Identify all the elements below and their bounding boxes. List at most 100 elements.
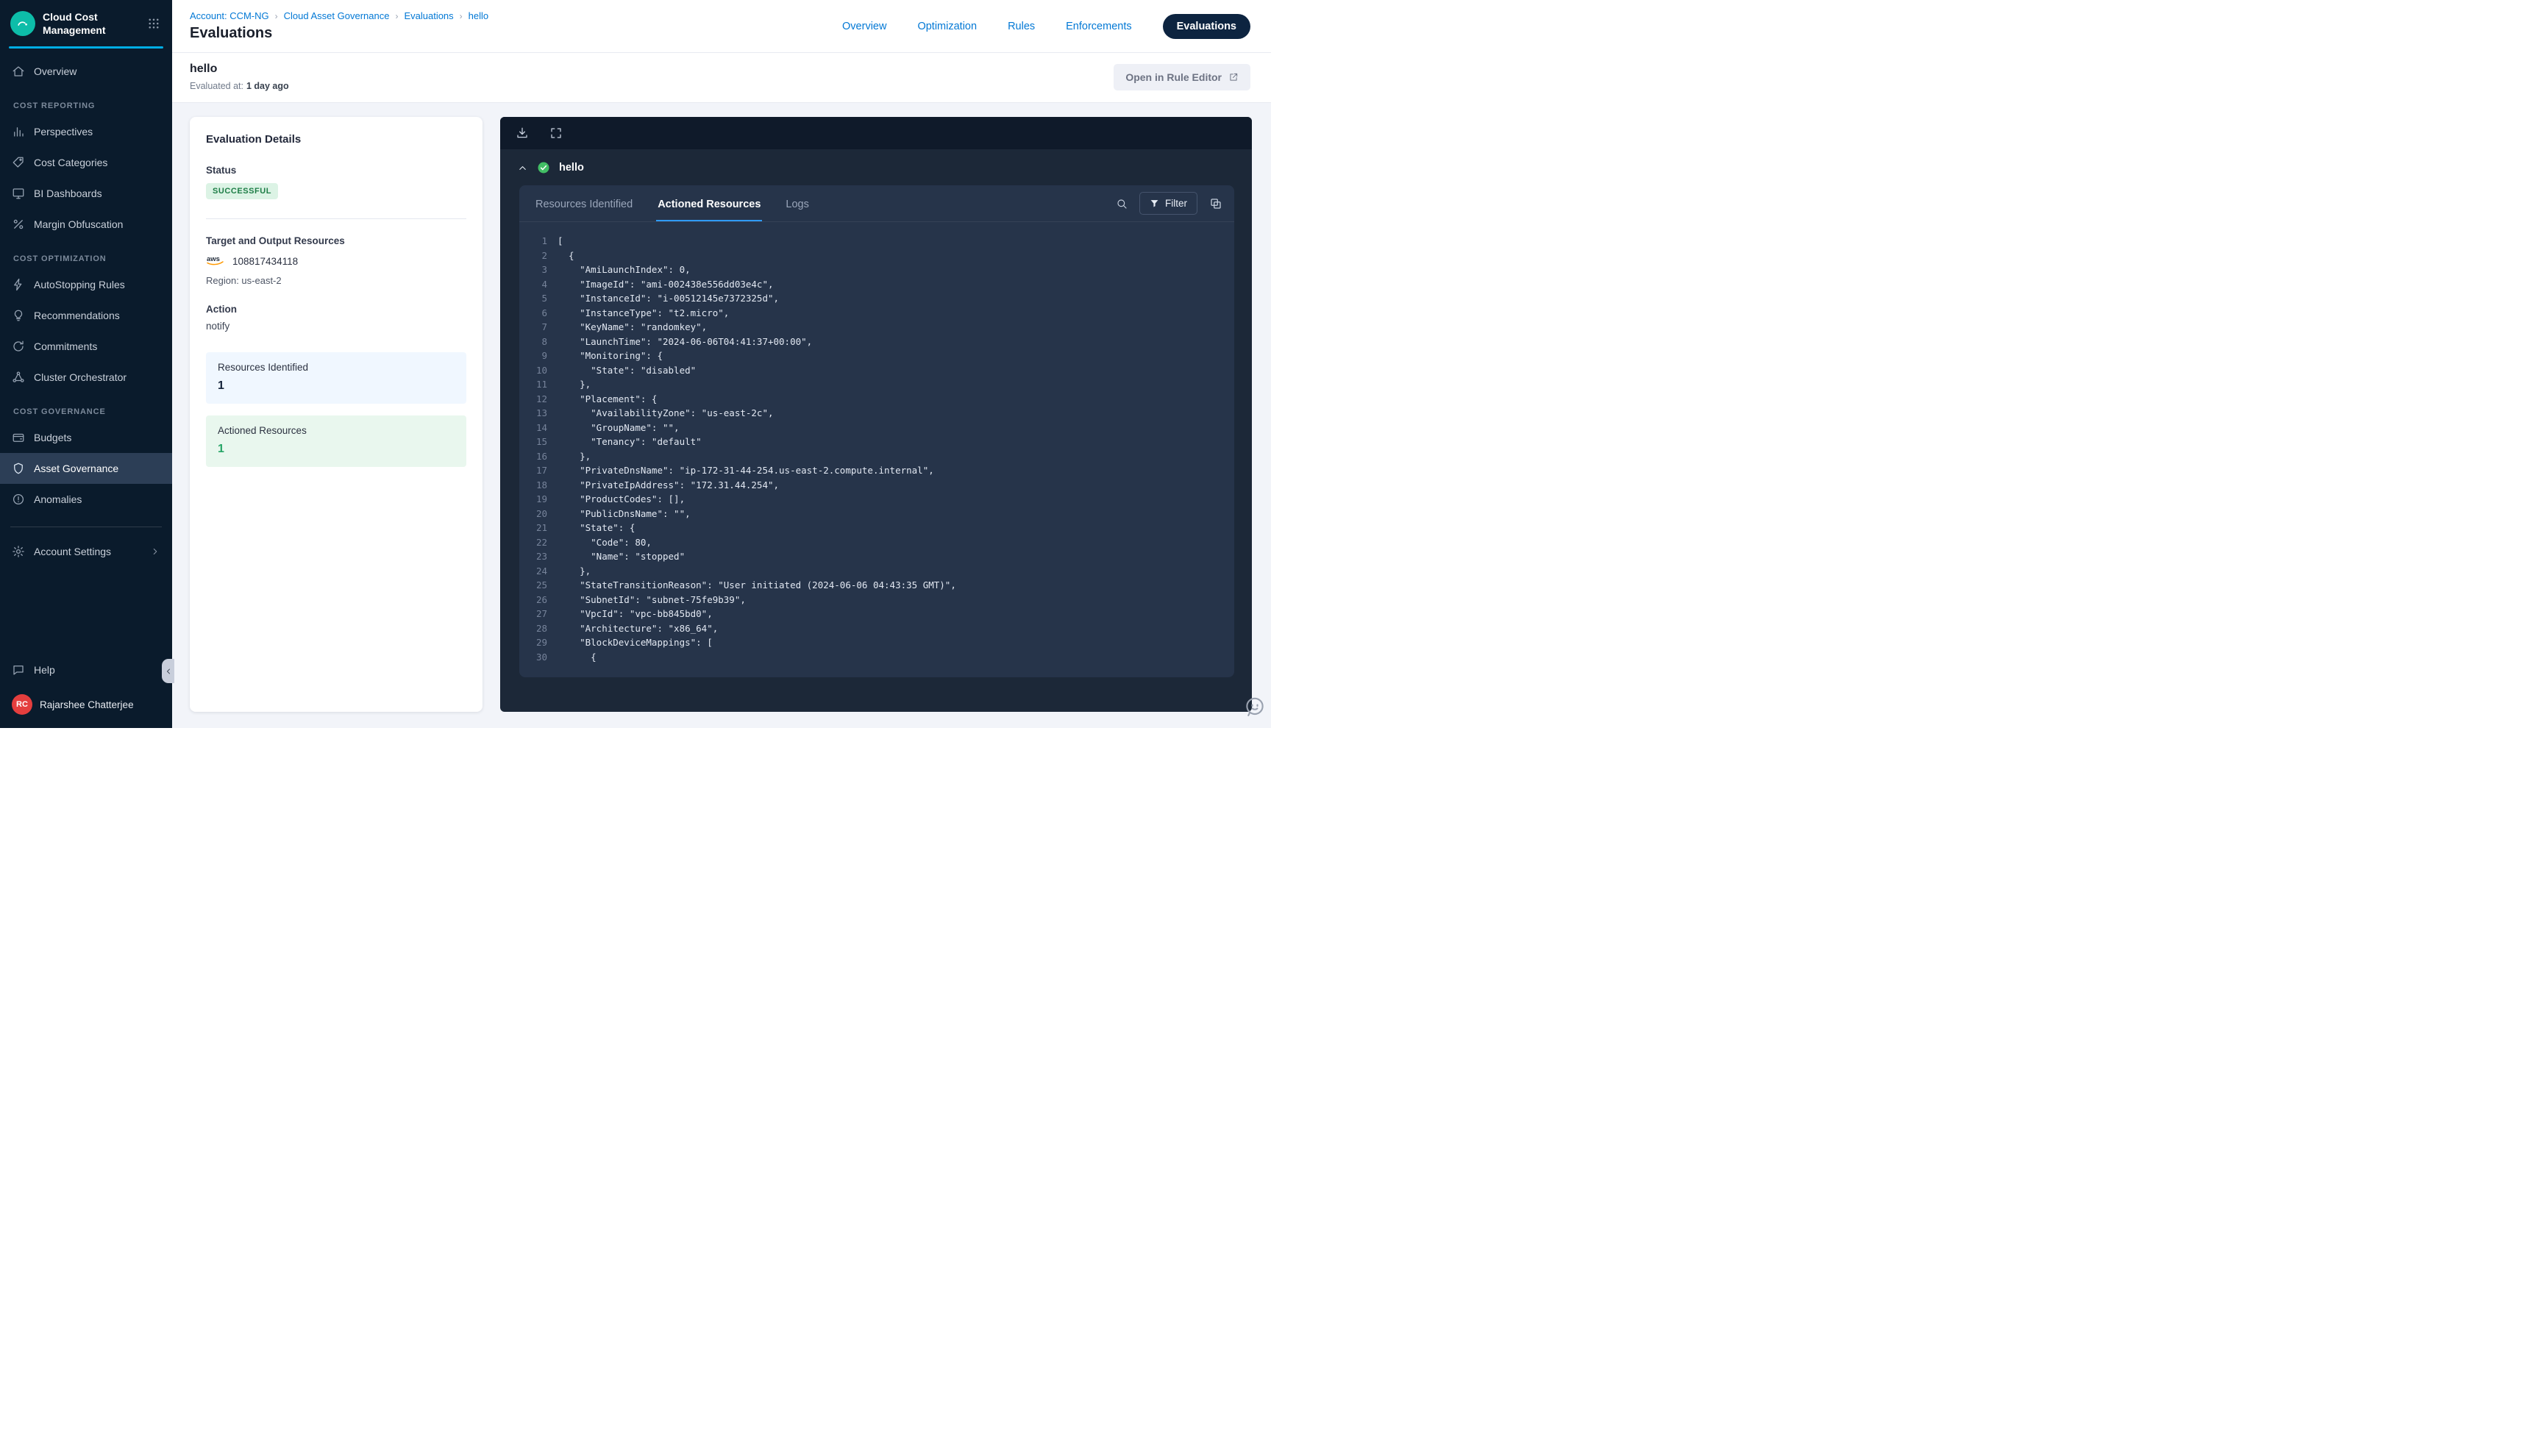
sidebar-item-bi-dashboards[interactable]: BI Dashboards	[0, 178, 172, 209]
json-code-block[interactable]: 1 [ 2 { 3 "AmiLaunchIndex": 0, 4 "ImageI…	[519, 222, 1234, 677]
open-in-rule-editor-button[interactable]: Open in Rule Editor	[1114, 64, 1250, 90]
nav-rules[interactable]: Rules	[1008, 21, 1035, 32]
content-area: Evaluation Details Status SUCCESSFUL Tar…	[172, 103, 1271, 728]
line-number: 3	[519, 263, 547, 277]
action-label: Action	[206, 304, 466, 315]
external-link-icon	[1228, 72, 1239, 82]
actioned-resources-tile: Actioned Resources 1	[206, 415, 466, 467]
tabs-row: Resources Identified Actioned Resources …	[519, 185, 1234, 222]
tab-logs[interactable]: Logs	[784, 185, 810, 221]
action-value: notify	[206, 321, 466, 332]
sidebar: Cloud Cost Management Overview COST REPO…	[0, 0, 172, 728]
sidebar-footer: Help RC Rajarshee Chatterjee	[0, 650, 172, 728]
result-accordion-header[interactable]: hello	[500, 149, 1252, 183]
nav-evaluations-active[interactable]: Evaluations	[1163, 14, 1250, 39]
tab-resources-identified[interactable]: Resources Identified	[534, 185, 634, 221]
line-text: "SubnetId": "subnet-75fe9b39",	[558, 593, 746, 607]
sidebar-item-cluster-orchestrator[interactable]: Cluster Orchestrator	[0, 362, 172, 393]
nav-optimization[interactable]: Optimization	[917, 21, 977, 32]
sidebar-item-label: Anomalies	[34, 493, 82, 505]
code-line: 23 "Name": "stopped"	[519, 549, 1221, 564]
sidebar-item-budgets[interactable]: Budgets	[0, 422, 172, 453]
line-number: 21	[519, 521, 547, 535]
sidebar-item-perspectives[interactable]: Perspectives	[0, 116, 172, 147]
sidebar-item-margin-obfuscation[interactable]: Margin Obfuscation	[0, 209, 172, 240]
wallet-icon	[12, 431, 25, 444]
code-line: 28 "Architecture": "x86_64",	[519, 621, 1221, 636]
chevron-up-icon[interactable]	[517, 163, 528, 174]
sidebar-item-label: Perspectives	[34, 126, 93, 138]
breadcrumb-evaluations[interactable]: Evaluations	[404, 10, 453, 21]
line-number: 10	[519, 363, 547, 378]
lightbulb-icon	[12, 309, 25, 322]
support-chat-icon[interactable]	[1244, 696, 1266, 718]
sidebar-nav: Overview COST REPORTING Perspectives Cos…	[0, 49, 172, 650]
tab-actioned-resources[interactable]: Actioned Resources	[656, 185, 762, 221]
app-title: Cloud Cost Management	[43, 10, 138, 37]
line-number: 8	[519, 335, 547, 349]
help-button[interactable]: Help	[0, 654, 172, 685]
line-text: },	[558, 564, 591, 579]
user-menu[interactable]: RC Rajarshee Chatterjee	[0, 685, 172, 718]
line-number: 22	[519, 535, 547, 550]
sidebar-item-account-settings[interactable]: Account Settings	[0, 536, 172, 567]
breadcrumb-hello[interactable]: hello	[469, 10, 488, 21]
sidebar-item-label: Cost Categories	[34, 157, 107, 168]
line-text: },	[558, 377, 591, 392]
breadcrumb: Account: CCM-NG › Cloud Asset Governance…	[190, 10, 488, 21]
sidebar-item-asset-governance[interactable]: Asset Governance	[0, 453, 172, 484]
code-line: 2 {	[519, 249, 1221, 263]
line-number: 19	[519, 492, 547, 507]
module-switcher-icon[interactable]	[146, 15, 162, 32]
page-title: Evaluations	[190, 25, 488, 42]
breadcrumb-account[interactable]: Account: CCM-NG	[190, 10, 269, 21]
code-line: 26 "SubnetId": "subnet-75fe9b39",	[519, 593, 1221, 607]
line-text: {	[558, 650, 597, 665]
sidebar-collapse-handle[interactable]	[162, 659, 174, 683]
chevron-right-icon	[150, 546, 160, 557]
line-number: 5	[519, 291, 547, 306]
download-icon[interactable]	[516, 126, 529, 140]
sidebar-item-commitments[interactable]: Commitments	[0, 331, 172, 362]
line-text: "StateTransitionReason": "User initiated…	[558, 578, 956, 593]
resources-code-card: Resources Identified Actioned Resources …	[519, 185, 1234, 677]
expand-icon[interactable]	[549, 126, 563, 140]
result-name: hello	[559, 162, 584, 174]
filter-button[interactable]: Filter	[1139, 192, 1197, 215]
nav-enforcements[interactable]: Enforcements	[1066, 21, 1131, 32]
sidebar-item-anomalies[interactable]: Anomalies	[0, 484, 172, 515]
code-line: 18 "PrivateIpAddress": "172.31.44.254",	[519, 478, 1221, 493]
breadcrumb-cloud-asset-governance[interactable]: Cloud Asset Governance	[284, 10, 390, 21]
cluster-nodes-icon	[12, 371, 25, 384]
sidebar-item-label: Commitments	[34, 340, 97, 352]
code-line: 29 "BlockDeviceMappings": [	[519, 635, 1221, 650]
refresh-icon	[12, 340, 25, 353]
line-number: 17	[519, 463, 547, 478]
evaluation-meta: hello Evaluated at:1 day ago	[190, 63, 289, 91]
code-line: 10 "State": "disabled"	[519, 363, 1221, 378]
line-text: "LaunchTime": "2024-06-06T04:41:37+00:00…	[558, 335, 812, 349]
top-nav: Overview Optimization Rules Enforcements…	[842, 14, 1250, 39]
line-text: [	[558, 234, 563, 249]
sidebar-item-recommendations[interactable]: Recommendations	[0, 300, 172, 331]
divider	[206, 218, 466, 219]
line-number: 25	[519, 578, 547, 593]
alert-circle-icon	[12, 493, 25, 506]
search-icon[interactable]	[1116, 198, 1128, 210]
sidebar-item-cost-categories[interactable]: Cost Categories	[0, 147, 172, 178]
sidebar-item-label: Budgets	[34, 432, 71, 443]
nav-overview[interactable]: Overview	[842, 21, 886, 32]
sidebar-item-autostopping-rules[interactable]: AutoStopping Rules	[0, 269, 172, 300]
line-text: "Monitoring": {	[558, 349, 663, 363]
copy-icon[interactable]	[1209, 197, 1222, 210]
evaluation-subheader: hello Evaluated at:1 day ago Open in Rul…	[172, 53, 1271, 103]
line-number: 29	[519, 635, 547, 650]
monitor-icon	[12, 187, 25, 200]
status-label: Status	[206, 165, 466, 176]
sidebar-item-overview[interactable]: Overview	[0, 56, 172, 87]
code-line: 12 "Placement": {	[519, 392, 1221, 407]
evaluation-result-viewer: hello Resources Identified Actioned Reso…	[500, 117, 1252, 712]
line-number: 2	[519, 249, 547, 263]
sidebar-item-label: BI Dashboards	[34, 188, 102, 199]
line-text: "KeyName": "randomkey",	[558, 320, 707, 335]
